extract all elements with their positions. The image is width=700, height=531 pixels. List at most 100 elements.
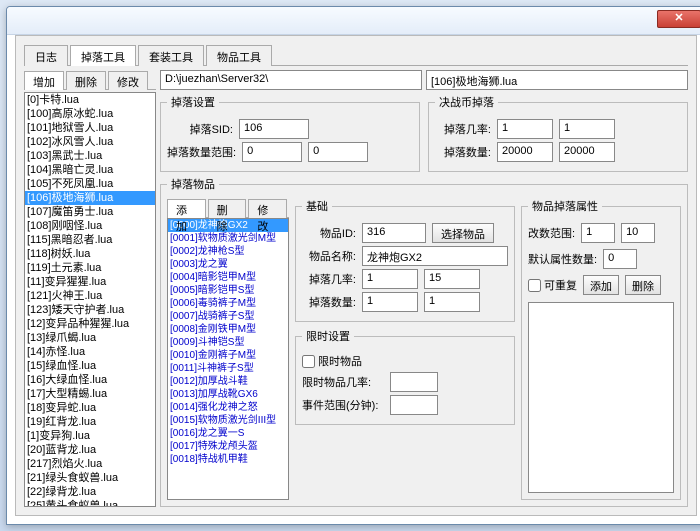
attr-range-b[interactable]: 10 [621, 223, 655, 243]
list-item[interactable]: [0016]龙之翼一S [168, 427, 288, 440]
list-item[interactable]: [11]变异猩猩.lua [25, 275, 155, 289]
item-qty-label: 掉落数量: [302, 294, 356, 310]
repeatable-checkbox-input[interactable] [528, 279, 541, 292]
list-item[interactable]: [0004]暗影铠甲M型 [168, 271, 288, 284]
list-item[interactable]: [123]矮天守护者.lua [25, 303, 155, 317]
list-item[interactable]: [21]绿头食蚁兽.lua [25, 471, 155, 485]
item-subtab-1[interactable]: 删除 [208, 199, 247, 218]
list-item[interactable]: [0]卡特.lua [25, 93, 155, 107]
list-item[interactable]: [12]变异品种猩猩.lua [25, 317, 155, 331]
list-item[interactable]: [0002]龙神枪S型 [168, 245, 288, 258]
drop-range-label: 掉落数量范围: [167, 144, 236, 160]
list-item[interactable]: [119]土元素.lua [25, 261, 155, 275]
list-item[interactable]: [106]极地海狮.lua [25, 191, 155, 205]
list-item[interactable]: [217]烈焰火.lua [25, 457, 155, 471]
list-item[interactable]: [0005]暗影铠甲S型 [168, 284, 288, 297]
left-subtab-0[interactable]: 增加 [24, 71, 64, 90]
close-button[interactable]: ✕ [657, 10, 700, 28]
titlebar: ✕ [7, 7, 700, 35]
attr-del-button[interactable]: 删除 [625, 275, 661, 295]
list-item[interactable]: [15]绿血怪.lua [25, 359, 155, 373]
left-sub-tabs: 增加删除修改 [24, 70, 156, 90]
coin-rate-b[interactable]: 1 [559, 119, 615, 139]
list-item[interactable]: [101]地狱雪人.lua [25, 121, 155, 135]
client-area: 日志掉落工具套装工具物品工具 增加删除修改 [0]卡特.lua[100]高原冰蛇… [15, 35, 697, 516]
select-item-button[interactable]: 选择物品 [432, 223, 494, 243]
list-item[interactable]: [0003]龙之翼 [168, 258, 288, 271]
list-item[interactable]: [0012]加厚战斗鞋 [168, 375, 288, 388]
sid-label: 掉落SID: [167, 121, 233, 137]
drop-items-group: 掉落物品 添加删除修改 [0000]龙神炮GX2[0001]软物质激光剑M型[0… [160, 176, 688, 507]
list-item[interactable]: [19]红背龙.lua [25, 415, 155, 429]
main-tabs: 日志掉落工具套装工具物品工具 [24, 44, 688, 66]
coin-rate-a[interactable]: 1 [497, 119, 553, 139]
list-item[interactable]: [100]高原冰蛇.lua [25, 107, 155, 121]
list-item[interactable]: [102]冰风雪人.lua [25, 135, 155, 149]
main-tab-3[interactable]: 物品工具 [206, 45, 272, 66]
coin-qty-b[interactable]: 20000 [559, 142, 615, 162]
item-qty-b[interactable]: 1 [424, 292, 480, 312]
list-item[interactable]: [0007]战骑裤子S型 [168, 310, 288, 323]
file-name-input[interactable]: [106]极地海狮.lua [426, 70, 688, 90]
item-name-input[interactable]: 龙神炮GX2 [362, 246, 508, 266]
list-item[interactable]: [13]绿爪蝎.lua [25, 331, 155, 345]
item-qty-a[interactable]: 1 [362, 292, 418, 312]
drop-item-list[interactable]: [0000]龙神炮GX2[0001]软物质激光剑M型[0002]龙神枪S型[00… [167, 218, 289, 500]
list-item[interactable]: [104]黑暗亡灵.lua [25, 163, 155, 177]
list-item[interactable]: [14]赤怪.lua [25, 345, 155, 359]
left-subtab-1[interactable]: 删除 [66, 71, 106, 90]
list-item[interactable]: [107]魔笛勇士.lua [25, 205, 155, 219]
list-item[interactable]: [0018]特战机甲鞋 [168, 453, 288, 466]
lua-file-list[interactable]: [0]卡特.lua[100]高原冰蛇.lua[101]地狱雪人.lua[102]… [24, 92, 156, 507]
left-subtab-2[interactable]: 修改 [108, 71, 148, 90]
list-item[interactable]: [22]绿背龙.lua [25, 485, 155, 499]
list-item[interactable]: [0011]斗神裤子S型 [168, 362, 288, 375]
coin-qty-label: 掉落数量: [435, 144, 491, 160]
list-item[interactable]: [118]树妖.lua [25, 247, 155, 261]
timed-checkbox-input[interactable] [302, 355, 315, 368]
drop-items-legend: 掉落物品 [167, 176, 219, 192]
list-item[interactable]: [1]变异狗.lua [25, 429, 155, 443]
list-item[interactable]: [18]变异蛇.lua [25, 401, 155, 415]
list-item[interactable]: [105]不死凤凰.lua [25, 177, 155, 191]
attr-default-input[interactable]: 0 [603, 249, 637, 269]
list-item[interactable]: [0013]加厚战靴GX6 [168, 388, 288, 401]
item-rate-b[interactable]: 15 [424, 269, 480, 289]
list-item[interactable]: [121]火神王.lua [25, 289, 155, 303]
list-item[interactable]: [0014]强化龙神之怒 [168, 401, 288, 414]
main-tab-1[interactable]: 掉落工具 [70, 45, 136, 66]
item-rate-a[interactable]: 1 [362, 269, 418, 289]
list-item[interactable]: [0015]软物质激光剑III型 [168, 414, 288, 427]
timed-event-input[interactable] [390, 395, 438, 415]
main-tab-0[interactable]: 日志 [24, 45, 68, 66]
timed-rate-input[interactable] [390, 372, 438, 392]
list-item[interactable]: [108]刚咽怪.lua [25, 219, 155, 233]
list-item[interactable]: [0008]金刚铁甲M型 [168, 323, 288, 336]
repeatable-checkbox[interactable]: 可重复 [528, 277, 577, 293]
item-subtab-0[interactable]: 添加 [167, 199, 206, 218]
timed-group: 限时设置 限时物品 限时物品几率: [295, 328, 515, 425]
list-item[interactable]: [115]黑暗忍者.lua [25, 233, 155, 247]
attr-list[interactable] [528, 302, 674, 493]
item-id-input[interactable]: 316 [362, 223, 426, 243]
coin-qty-a[interactable]: 20000 [497, 142, 553, 162]
item-subtab-2[interactable]: 修改 [248, 199, 287, 218]
coin-drop-group: 决战币掉落 掉落几率: 1 1 掉落数量: 20000 20000 [428, 94, 688, 172]
attr-range-a[interactable]: 1 [581, 223, 615, 243]
list-item[interactable]: [16]大绿血怪.lua [25, 373, 155, 387]
attr-add-button[interactable]: 添加 [583, 275, 619, 295]
sid-input[interactable]: 106 [239, 119, 309, 139]
list-item[interactable]: [25]黄头食蚁兽.lua [25, 499, 155, 507]
main-tab-2[interactable]: 套装工具 [138, 45, 204, 66]
list-item[interactable]: [0006]毒骑裤子M型 [168, 297, 288, 310]
drop-range-b[interactable]: 0 [308, 142, 368, 162]
list-item[interactable]: [0017]特殊龙颅头盔 [168, 440, 288, 453]
timed-checkbox[interactable]: 限时物品 [302, 353, 362, 369]
list-item[interactable]: [17]大型精蜴.lua [25, 387, 155, 401]
path-input[interactable]: D:\juezhan\Server32\ [160, 70, 422, 90]
list-item[interactable]: [20]蓝背龙.lua [25, 443, 155, 457]
drop-range-a[interactable]: 0 [242, 142, 302, 162]
list-item[interactable]: [103]黑武士.lua [25, 149, 155, 163]
list-item[interactable]: [0010]金刚裤子M型 [168, 349, 288, 362]
list-item[interactable]: [0009]斗神铠S型 [168, 336, 288, 349]
